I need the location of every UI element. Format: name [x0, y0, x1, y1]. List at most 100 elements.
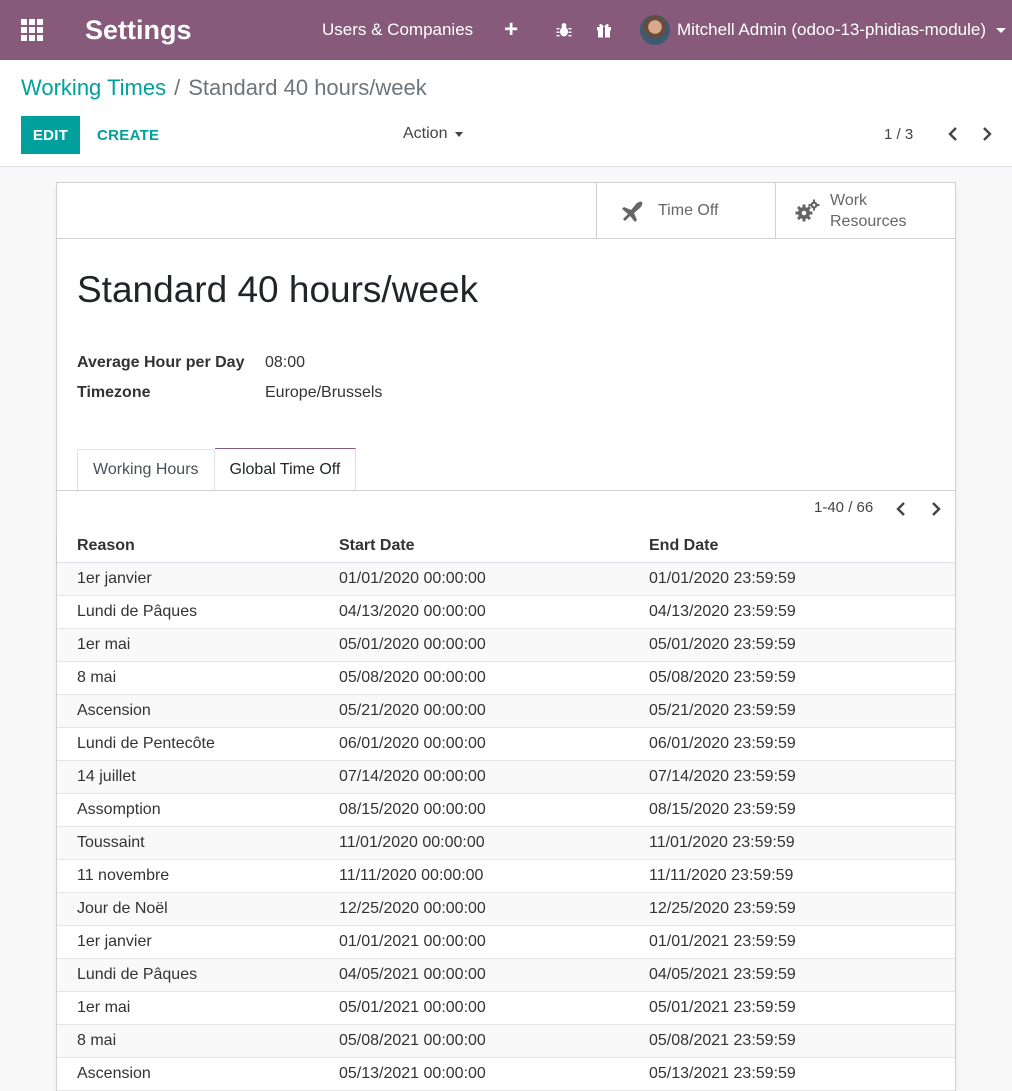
- cell-start-date: 05/01/2021 00:00:00: [339, 999, 486, 1016]
- avg-hour-value: 08:00: [265, 354, 306, 371]
- cell-start-date: 12/25/2020 00:00:00: [339, 900, 486, 917]
- action-dropdown[interactable]: Action: [403, 125, 464, 143]
- stat-button-box: Time Off Work Resources: [57, 183, 955, 239]
- table-row[interactable]: Lundi de Pâques 04/05/2021 00:00:00 04/05/…: [57, 959, 955, 992]
- menu-users-companies[interactable]: Users & Companies: [300, 20, 492, 40]
- list-chevron-left-icon[interactable]: [893, 501, 909, 517]
- column-end-date[interactable]: End Date: [649, 537, 718, 555]
- cell-end-date: 05/08/2021 23:59:59: [649, 1032, 796, 1049]
- apps-menu-icon[interactable]: [0, 0, 64, 60]
- cell-end-date: 01/01/2020 23:59:59: [649, 570, 796, 587]
- cell-reason: Jour de Noël: [77, 900, 168, 917]
- table-row[interactable]: Lundi de Pâques 04/13/2020 00:00:00 04/13/…: [57, 596, 955, 629]
- app-title: Settings: [85, 14, 192, 45]
- cell-reason: 11 novembre: [77, 867, 170, 884]
- cell-end-date: 06/01/2020 23:59:59: [649, 735, 796, 752]
- cell-start-date: 05/08/2021 00:00:00: [339, 1032, 486, 1049]
- breadcrumb-current: Standard 40 hours/week: [188, 75, 427, 100]
- cell-end-date: 11/01/2020 23:59:59: [649, 834, 795, 851]
- chevron-right-icon[interactable]: [979, 126, 995, 142]
- column-start-date[interactable]: Start Date: [339, 537, 415, 555]
- cell-start-date: 06/01/2020 00:00:00: [339, 735, 486, 752]
- cell-end-date: 05/13/2021 23:59:59: [649, 1065, 796, 1082]
- chevron-down-icon: [996, 27, 1006, 33]
- user-menu[interactable]: Mitchell Admin (odoo-13-phidias-module): [624, 0, 1012, 60]
- plane-icon: [622, 201, 643, 222]
- work-resources-button[interactable]: Work Resources: [775, 183, 956, 238]
- notebook-tabs: Working Hours Global Time Off: [77, 448, 357, 490]
- table-row[interactable]: 11 novembre 11/11/2020 00:00:00 11/11/2020…: [57, 860, 955, 893]
- cell-end-date: 11/11/2020 23:59:59: [649, 867, 794, 884]
- cell-reason: Ascension: [77, 1065, 151, 1082]
- time-off-label: Time Off: [658, 201, 719, 219]
- list-chevron-right-icon[interactable]: [928, 501, 944, 517]
- cell-reason: 1er mai: [77, 999, 131, 1016]
- tab-working-hours[interactable]: Working Hours: [77, 449, 215, 490]
- table-row[interactable]: 1er janvier 01/01/2021 00:00:00 01/01/2021…: [57, 926, 955, 959]
- cell-end-date: 05/08/2020 23:59:59: [649, 669, 796, 686]
- table-body: 1er janvier 01/01/2020 00:00:00 01/01/2020…: [57, 563, 955, 1091]
- tab-global-time-off[interactable]: Global Time Off: [214, 448, 357, 490]
- top-navbar: Settings Users & Companies + Mitchell Ad…: [0, 0, 1012, 60]
- cell-end-date: 04/13/2020 23:59:59: [649, 603, 796, 620]
- table-row[interactable]: Toussaint 11/01/2020 00:00:00 11/01/2020 2…: [57, 827, 955, 860]
- list-pager: 1-40 / 66: [814, 499, 874, 516]
- cell-end-date: 04/05/2021 23:59:59: [649, 966, 796, 983]
- table-row[interactable]: 8 mai 05/08/2020 00:00:00 05/08/2020 23:59…: [57, 662, 955, 695]
- table-row[interactable]: 1er mai 05/01/2020 00:00:00 05/01/2020 23:…: [57, 629, 955, 662]
- table-row[interactable]: 8 mai 05/08/2021 00:00:00 05/08/2021 23:59…: [57, 1025, 955, 1058]
- timezone-label: Timezone: [77, 384, 151, 401]
- avg-hour-label: Average Hour per Day: [77, 354, 245, 371]
- table-row[interactable]: 1er janvier 01/01/2020 00:00:00 01/01/2020…: [57, 563, 955, 596]
- cell-reason: 1er mai: [77, 636, 131, 653]
- table-row[interactable]: Ascension 05/21/2020 00:00:00 05/21/2020 2…: [57, 695, 955, 728]
- cell-reason: Lundi de Pentecôte: [77, 735, 215, 752]
- time-off-button[interactable]: Time Off: [596, 183, 776, 238]
- column-reason[interactable]: Reason: [77, 537, 135, 555]
- cell-reason: 1er janvier: [77, 570, 152, 587]
- timezone-value: Europe/Brussels: [265, 384, 383, 401]
- cell-start-date: 01/01/2021 00:00:00: [339, 933, 486, 950]
- cell-reason: Toussaint: [77, 834, 145, 851]
- user-name: Mitchell Admin (odoo-13-phidias-module): [677, 20, 986, 39]
- table-row[interactable]: Ascension 05/13/2021 00:00:00 05/13/2021 2…: [57, 1058, 955, 1091]
- work-resources-label: Work Resources: [830, 191, 907, 230]
- cell-start-date: 07/14/2020 00:00:00: [339, 768, 486, 785]
- avatar: [640, 15, 671, 45]
- action-label: Action: [403, 125, 448, 142]
- edit-button[interactable]: EDIT: [21, 116, 80, 154]
- tab-divider: [57, 490, 955, 491]
- chevron-left-icon[interactable]: [945, 126, 961, 142]
- cell-start-date: 11/01/2020 00:00:00: [339, 834, 485, 851]
- cell-start-date: 08/15/2020 00:00:00: [339, 801, 486, 818]
- cell-end-date: 07/14/2020 23:59:59: [649, 768, 796, 785]
- cell-start-date: 11/11/2020 00:00:00: [339, 867, 484, 884]
- create-button[interactable]: CREATE: [86, 116, 170, 154]
- cell-reason: Ascension: [77, 702, 151, 719]
- breadcrumb-working-times[interactable]: Working Times: [21, 75, 166, 100]
- cell-start-date: 05/08/2020 00:00:00: [339, 669, 486, 686]
- record-title: Standard 40 hours/week: [77, 269, 479, 310]
- cell-reason: 8 mai: [77, 1032, 117, 1049]
- table-row[interactable]: 14 juillet 07/14/2020 00:00:00 07/14/2020 …: [57, 761, 955, 794]
- gift-icon[interactable]: [584, 0, 624, 60]
- cell-reason: 8 mai: [77, 669, 117, 686]
- cell-end-date: 08/15/2020 23:59:59: [649, 801, 796, 818]
- cell-start-date: 04/13/2020 00:00:00: [339, 603, 486, 620]
- breadcrumb-separator: /: [174, 75, 181, 100]
- cell-start-date: 05/01/2020 00:00:00: [339, 636, 486, 653]
- cell-start-date: 05/13/2021 00:00:00: [339, 1065, 486, 1082]
- caret-down-icon: [455, 131, 464, 137]
- table-row[interactable]: 1er mai 05/01/2021 00:00:00 05/01/2021 23:…: [57, 992, 955, 1025]
- bug-icon[interactable]: [544, 0, 584, 60]
- control-panel: Working Times / Standard 40 hours/week EDI…: [0, 60, 1012, 167]
- table-row[interactable]: Assomption 08/15/2020 00:00:00 08/15/2020 …: [57, 794, 955, 827]
- cell-reason: 1er janvier: [77, 933, 152, 950]
- record-pager: 1 / 3: [884, 126, 914, 143]
- breadcrumb: Working Times / Standard 40 hours/week: [21, 75, 427, 101]
- table-row[interactable]: Lundi de Pentecôte 06/01/2020 00:00:00 06/…: [57, 728, 955, 761]
- table-row[interactable]: Jour de Noël 12/25/2020 00:00:00 12/25/202…: [57, 893, 955, 926]
- cell-start-date: 05/21/2020 00:00:00: [339, 702, 486, 719]
- cell-reason: Assomption: [77, 801, 161, 818]
- plus-icon[interactable]: +: [492, 16, 530, 44]
